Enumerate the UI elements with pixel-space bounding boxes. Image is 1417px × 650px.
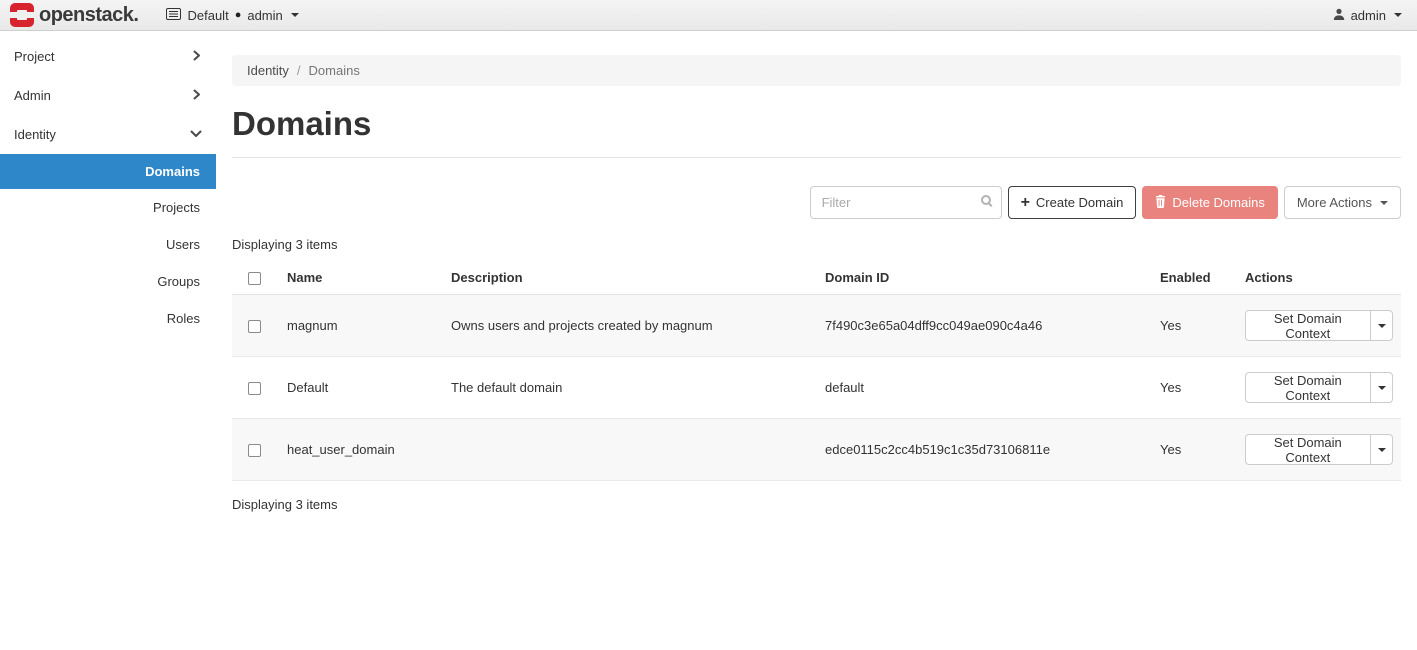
row-checkbox[interactable]	[248, 444, 261, 457]
sidebar-item-domains[interactable]: Domains	[0, 154, 216, 189]
cell-name: magnum	[279, 295, 443, 357]
breadcrumb-parent[interactable]: Identity	[247, 63, 289, 78]
table-header-row: Name Description Domain ID Enabled Actio…	[232, 261, 1401, 295]
sidebar-item-projects[interactable]: Projects	[0, 189, 216, 226]
row-actions-dropdown-toggle[interactable]	[1371, 310, 1393, 341]
breadcrumb-separator: /	[297, 63, 301, 78]
row-count-top: Displaying 3 items	[232, 237, 1401, 252]
cell-description	[443, 419, 817, 481]
table-toolbar: + Create Domain Delete Domains More Acti…	[232, 186, 1401, 219]
sidebar-item-users[interactable]: Users	[0, 226, 216, 263]
create-domain-button[interactable]: + Create Domain	[1008, 186, 1137, 219]
cell-description: Owns users and projects created by magnu…	[443, 295, 817, 357]
cell-domain-id: default	[817, 357, 1152, 419]
top-navbar: openstack. Default ● admin admin	[0, 0, 1417, 31]
column-header-name[interactable]: Name	[279, 261, 443, 295]
domains-table: Name Description Domain ID Enabled Actio…	[232, 261, 1401, 481]
cell-name: heat_user_domain	[279, 419, 443, 481]
sidebar: Project Admin Identity Domains Projects …	[0, 31, 216, 337]
table-row: magnum Owns users and projects created b…	[232, 295, 1401, 357]
column-header-enabled: Enabled	[1152, 261, 1237, 295]
sidebar-section-project[interactable]: Project	[0, 37, 216, 76]
row-count-bottom: Displaying 3 items	[232, 497, 1401, 512]
user-icon	[1333, 8, 1345, 23]
set-domain-context-button[interactable]: Set Domain Context	[1245, 434, 1371, 465]
column-header-description: Description	[443, 261, 817, 295]
chevron-down-icon	[1394, 13, 1402, 17]
set-domain-context-button[interactable]: Set Domain Context	[1245, 310, 1371, 341]
row-checkbox[interactable]	[248, 320, 261, 333]
delete-domains-button[interactable]: Delete Domains	[1142, 186, 1278, 219]
sidebar-section-label: Identity	[14, 127, 56, 142]
table-row: heat_user_domain edce0115c2cc4b519c1c35d…	[232, 419, 1401, 481]
row-checkbox[interactable]	[248, 382, 261, 395]
cell-actions: Set Domain Context	[1237, 295, 1401, 357]
context-project: admin	[247, 8, 282, 23]
select-all-checkbox[interactable]	[248, 272, 261, 285]
sidebar-item-roles[interactable]: Roles	[0, 300, 216, 337]
table-body: magnum Owns users and projects created b…	[232, 295, 1401, 481]
row-action-group: Set Domain Context	[1245, 372, 1393, 403]
row-actions-dropdown-toggle[interactable]	[1371, 372, 1393, 403]
cell-actions: Set Domain Context	[1237, 357, 1401, 419]
trash-icon	[1155, 195, 1166, 211]
cell-name: Default	[279, 357, 443, 419]
sidebar-section-label: Admin	[14, 88, 51, 103]
chevron-down-icon	[1378, 386, 1386, 390]
cell-domain-id: edce0115c2cc4b519c1c35d73106811e	[817, 419, 1152, 481]
title-divider	[232, 157, 1401, 158]
chevron-down-icon	[1378, 448, 1386, 452]
sidebar-identity-subnav: Domains Projects Users Groups Roles	[0, 154, 216, 337]
sidebar-section-admin[interactable]: Admin	[0, 76, 216, 115]
context-separator: ●	[235, 9, 242, 21]
list-alt-icon	[166, 8, 181, 23]
sidebar-item-groups[interactable]: Groups	[0, 263, 216, 300]
more-actions-button[interactable]: More Actions	[1284, 186, 1401, 219]
brand[interactable]: openstack.	[10, 3, 138, 27]
table-row: Default The default domain default Yes S…	[232, 357, 1401, 419]
cell-description: The default domain	[443, 357, 817, 419]
row-action-group: Set Domain Context	[1245, 434, 1393, 465]
context-switcher[interactable]: Default ● admin	[166, 8, 298, 23]
openstack-logo-icon	[10, 3, 34, 27]
filter-wrap	[810, 186, 1002, 219]
cell-enabled: Yes	[1152, 357, 1237, 419]
filter-input[interactable]	[810, 186, 1002, 219]
set-domain-context-button[interactable]: Set Domain Context	[1245, 372, 1371, 403]
main-content: Identity / Domains Domains + Create Doma…	[216, 31, 1417, 512]
row-actions-dropdown-toggle[interactable]	[1371, 434, 1393, 465]
brand-text: openstack.	[39, 4, 138, 27]
sidebar-section-label: Project	[14, 49, 54, 64]
column-header-actions: Actions	[1237, 261, 1401, 295]
chevron-down-icon	[291, 13, 299, 17]
plus-icon: +	[1021, 195, 1030, 211]
sidebar-section-identity[interactable]: Identity	[0, 115, 216, 154]
cell-domain-id: 7f490c3e65a04dff9cc049ae090c4a46	[817, 295, 1152, 357]
user-name: admin	[1351, 8, 1386, 23]
row-action-group: Set Domain Context	[1245, 310, 1393, 341]
chevron-right-icon	[191, 88, 202, 103]
chevron-right-icon	[191, 49, 202, 64]
user-menu[interactable]: admin	[1333, 8, 1402, 23]
breadcrumb: Identity / Domains	[232, 55, 1401, 86]
cell-enabled: Yes	[1152, 295, 1237, 357]
column-header-domain-id: Domain ID	[817, 261, 1152, 295]
cell-actions: Set Domain Context	[1237, 419, 1401, 481]
chevron-down-icon	[1378, 324, 1386, 328]
search-icon	[981, 195, 991, 205]
chevron-down-icon	[190, 127, 202, 142]
cell-enabled: Yes	[1152, 419, 1237, 481]
breadcrumb-current: Domains	[309, 63, 360, 78]
context-domain: Default	[187, 8, 228, 23]
chevron-down-icon	[1380, 201, 1388, 205]
page-title: Domains	[232, 103, 1401, 144]
